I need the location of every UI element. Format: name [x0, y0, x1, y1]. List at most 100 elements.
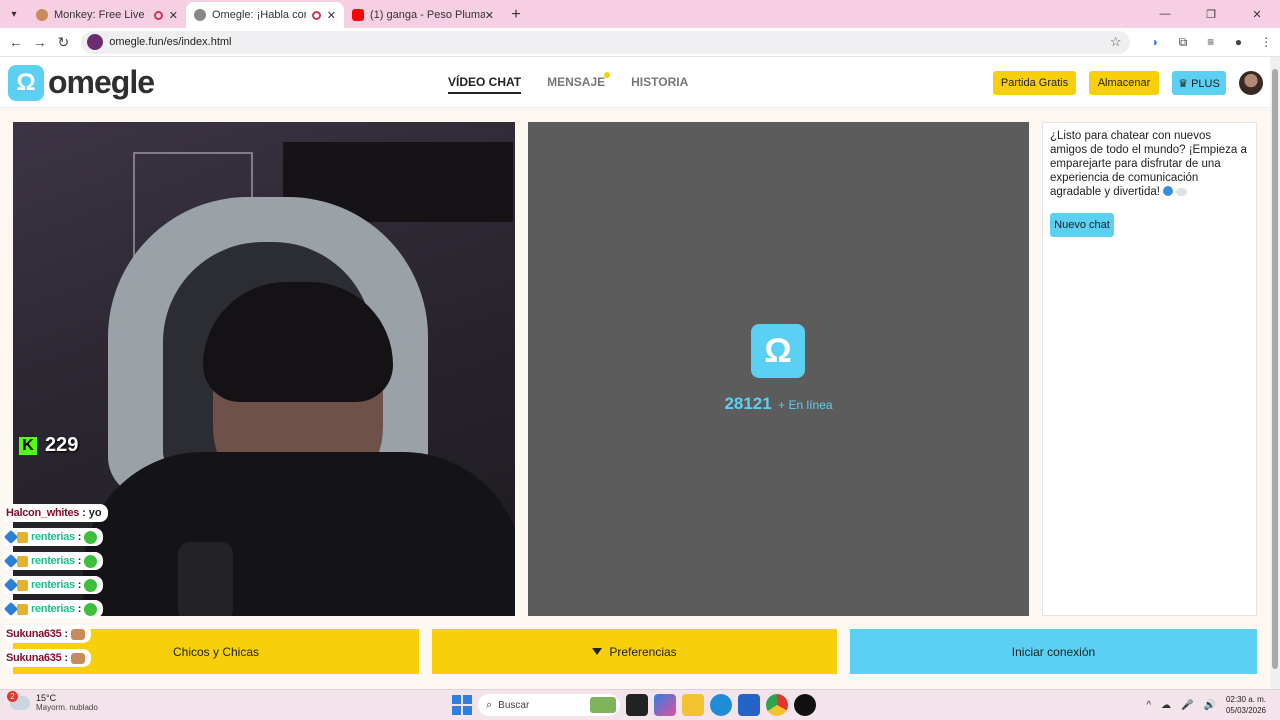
nav-mensaje-label: MENSAJE	[547, 75, 606, 89]
close-tab-icon[interactable]: ✕	[169, 9, 178, 22]
bookmark-star-icon[interactable]: ☆	[1110, 34, 1122, 50]
taskbar-apps: ⌕ Buscar	[452, 694, 816, 716]
onedrive-icon[interactable]: ☁	[1161, 700, 1171, 711]
maximize-button[interactable]: ❐	[1188, 0, 1234, 28]
tab-title: Omegle: ¡Habla con Descon	[212, 9, 306, 21]
copilot-icon[interactable]	[654, 694, 676, 716]
diamond-badge-icon	[3, 529, 19, 545]
video-person-body	[83, 452, 515, 616]
search-placeholder: Buscar	[498, 699, 530, 711]
site-header: Ω omegle VÍDEO CHAT MENSAJE HISTORIA Par…	[0, 57, 1270, 108]
green-emote-icon	[84, 554, 98, 568]
chrome-icon[interactable]	[766, 694, 788, 716]
tab-title: (1) ganga - Peso Pluma, Tito Do	[370, 9, 485, 21]
chat-separator: :	[77, 603, 82, 615]
nav-historia[interactable]: HISTORIA	[631, 75, 688, 94]
minimize-button[interactable]: —	[1142, 0, 1188, 28]
omegle-logo[interactable]: Ω omegle	[8, 64, 155, 101]
browser-menu-icon[interactable]: ⋮	[1252, 30, 1280, 54]
weather-desc: Mayorm. nublado	[36, 703, 98, 712]
chat-message: Sukuna635 :	[4, 649, 92, 667]
diamond-badge-icon	[3, 553, 19, 569]
profile-avatar-icon[interactable]: ●	[1225, 30, 1253, 54]
tab-youtube[interactable]: (1) ganga - Peso Pluma, Tito Do ✕	[344, 2, 502, 28]
extensions-puzzle-icon[interactable]: ⧉	[1169, 30, 1197, 54]
back-button[interactable]: ←	[4, 30, 28, 54]
preferences-button[interactable]: Preferencias	[432, 629, 837, 674]
welcome-text: ¿Listo para chatear con nuevos amigos de…	[1050, 130, 1247, 198]
chat-username: renterias	[31, 603, 75, 615]
page-scrollbar[interactable]	[1270, 57, 1280, 689]
forward-button[interactable]: →	[28, 30, 52, 54]
start-connection-button[interactable]: Iniciar conexión	[850, 629, 1257, 674]
chat-separator: :	[77, 531, 82, 543]
user-avatar[interactable]	[1239, 71, 1263, 95]
viewer-count: 229	[45, 434, 79, 456]
chat-message: renterias :	[3, 576, 104, 594]
diamond-badge-icon	[3, 577, 19, 593]
hands-emote-icon	[71, 628, 86, 640]
chat-username: Halcon_whites	[6, 507, 80, 519]
chat-message: Halcon_whites : yo	[4, 504, 108, 522]
window-controls: — ❐ ✕	[1142, 0, 1280, 28]
url-text: omegle.fun/es/index.html	[109, 36, 232, 48]
url-bar[interactable]: omegle.fun/es/index.html ☆	[81, 30, 1130, 54]
tab-monkey[interactable]: Monkey: Free Live Video Ch ✕	[28, 2, 186, 28]
green-emote-icon	[84, 578, 98, 592]
reload-button[interactable]: ↻	[51, 30, 75, 54]
tab-search-button[interactable]: ▾	[0, 0, 28, 28]
globe-favicon-icon	[194, 9, 206, 21]
microphone-icon[interactable]: 🎤	[1181, 700, 1193, 711]
online-counter: 28121 + En línea	[528, 394, 1029, 414]
file-explorer-icon[interactable]	[682, 694, 704, 716]
youtube-favicon-icon	[352, 9, 364, 21]
close-window-button[interactable]: ✕	[1234, 0, 1280, 28]
windows-start-icon[interactable]	[452, 695, 472, 715]
weather-temp: 15°C	[36, 693, 57, 703]
welcome-message: ¿Listo para chatear con nuevos amigos de…	[1050, 129, 1249, 199]
system-clock[interactable]: 02:30 a. m. 05/03/2026	[1226, 694, 1266, 716]
logo-text: omegle	[48, 64, 155, 100]
cloud-icon: 2	[7, 691, 30, 710]
partida-gratis-button[interactable]: Partida Gratis	[993, 71, 1076, 95]
almacenar-button[interactable]: Almacenar	[1089, 71, 1159, 95]
app-notification-icon[interactable]	[794, 694, 816, 716]
close-tab-icon[interactable]: ✕	[485, 9, 494, 22]
chat-separator: :	[77, 555, 82, 567]
online-label: + En línea	[778, 398, 833, 412]
search-highlight-image	[590, 697, 616, 713]
plus-button[interactable]: ♛ PLUS	[1172, 71, 1226, 95]
task-view-icon[interactable]	[626, 694, 648, 716]
gift-badge-icon	[17, 579, 28, 591]
translate-extension-icon[interactable]: ◗	[1142, 30, 1170, 54]
show-hidden-icons[interactable]: ^	[1146, 700, 1151, 711]
gift-badge-icon	[17, 555, 28, 567]
video-microphone	[178, 542, 233, 616]
taskbar-search[interactable]: ⌕ Buscar	[478, 694, 620, 716]
chat-message: Sukuna635 :	[4, 625, 92, 643]
site-info-icon[interactable]	[87, 34, 104, 50]
main-content: K 229 Ω 28121 + En línea ¿Listo para cha…	[0, 108, 1270, 689]
edge-browser-icon[interactable]	[710, 694, 732, 716]
nuevo-chat-button[interactable]: Nuevo chat	[1050, 213, 1114, 237]
media-control-icon[interactable]: ≡	[1197, 30, 1225, 54]
store-icon[interactable]	[738, 694, 760, 716]
chat-separator: :	[77, 579, 82, 591]
chat-text: yo	[88, 507, 102, 519]
nav-video-chat[interactable]: VÍDEO CHAT	[448, 75, 522, 94]
weather-badge: 2	[7, 691, 18, 702]
new-tab-button[interactable]: +	[502, 2, 530, 28]
scrollbar-thumb[interactable]	[1272, 69, 1278, 669]
chat-username: renterias	[31, 555, 75, 567]
omega-placeholder-icon: Ω	[751, 324, 805, 378]
close-tab-icon[interactable]: ✕	[327, 9, 336, 22]
chat-side-panel: ¿Listo para chatear con nuevos amigos de…	[1042, 122, 1257, 616]
main-nav: VÍDEO CHAT MENSAJE HISTORIA	[448, 72, 688, 94]
monkey-favicon-icon	[36, 9, 48, 21]
volume-icon[interactable]: 🔊	[1204, 700, 1216, 711]
tab-omegle[interactable]: Omegle: ¡Habla con Descon ✕	[186, 2, 344, 28]
system-tray: ^ ☁ 🎤 🔊 02:30 a. m. 05/03/2026	[1146, 694, 1266, 716]
weather-widget[interactable]: 2 15°C Mayorm. nublado	[7, 691, 98, 713]
nav-mensaje[interactable]: MENSAJE	[547, 72, 611, 94]
search-icon: ⌕	[486, 698, 493, 711]
